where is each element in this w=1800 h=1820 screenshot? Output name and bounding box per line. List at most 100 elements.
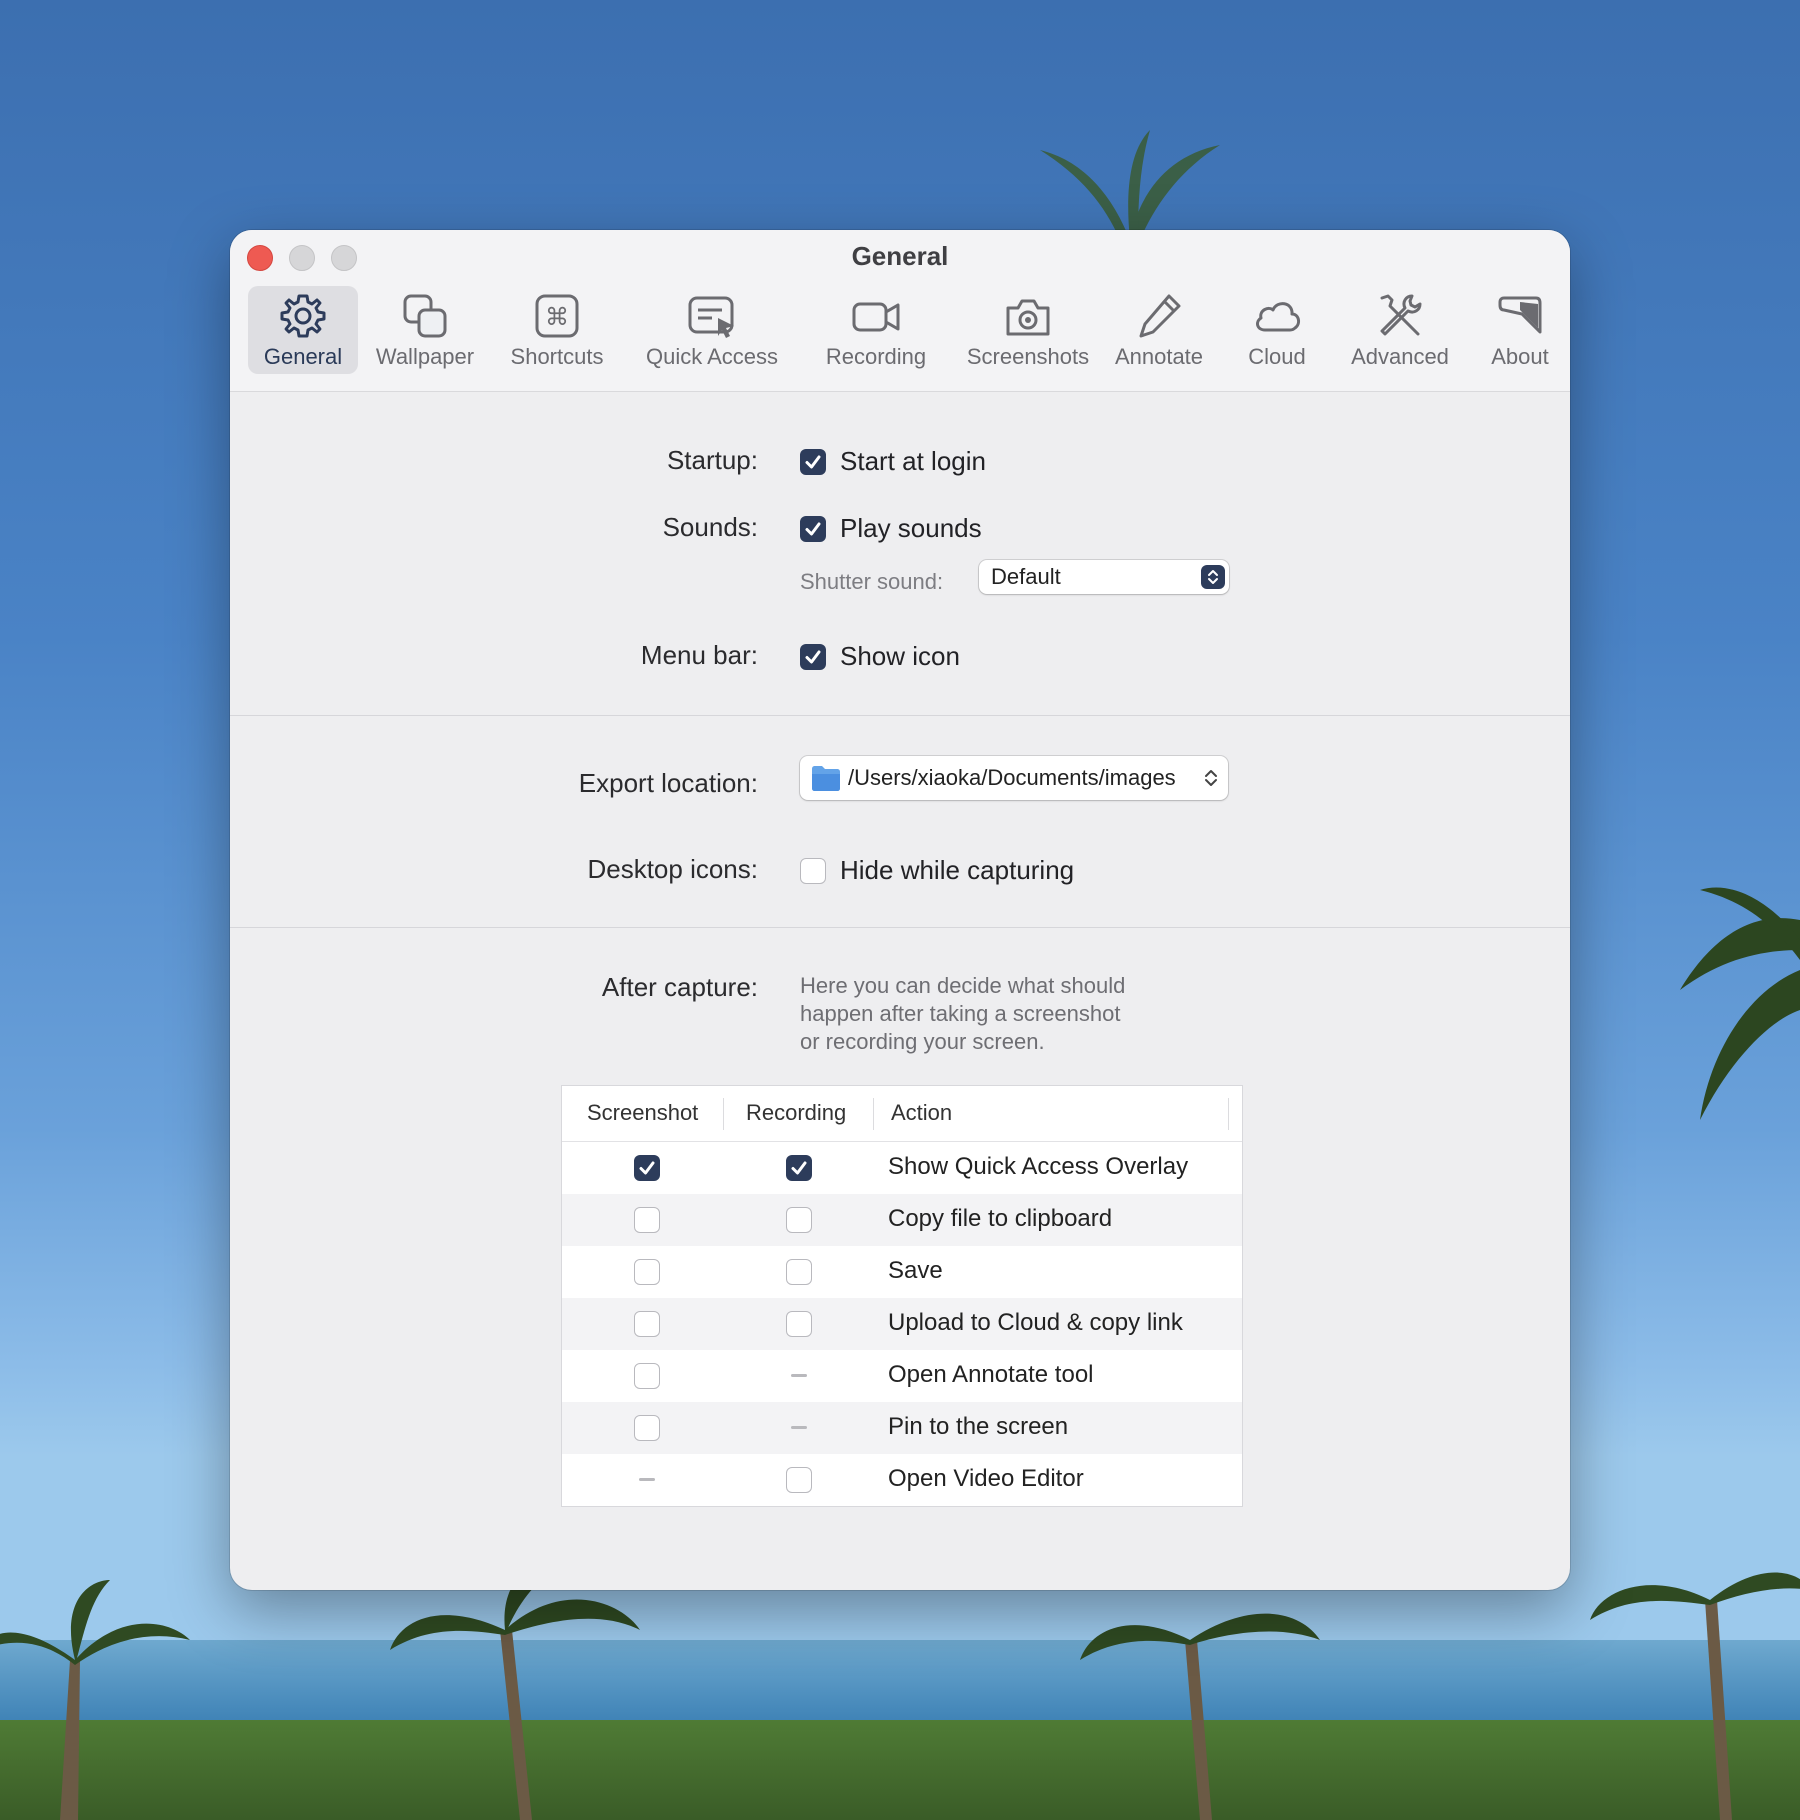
play-sounds-checkbox[interactable]: Play sounds xyxy=(800,513,982,544)
tab-label: General xyxy=(263,344,343,369)
description-line: happen after taking a screenshot xyxy=(800,1001,1121,1026)
action-label: Show Quick Access Overlay xyxy=(888,1153,1189,1180)
table-row: Save xyxy=(562,1246,1242,1298)
palm-frond-decoration xyxy=(1680,887,1800,1120)
export-section: Export location: /Users/xiaoka/Documents… xyxy=(230,716,1570,928)
window-title: General xyxy=(851,241,949,271)
screenshot-cell xyxy=(634,1363,660,1394)
tab-quick-access[interactable]: Quick Access xyxy=(632,286,792,374)
screenshot-cell xyxy=(634,1311,660,1342)
tab-screenshots[interactable]: Screenshots xyxy=(958,286,1098,374)
checkmark-icon xyxy=(805,455,821,468)
folder-icon xyxy=(812,766,840,791)
sounds-label: Sounds: xyxy=(662,512,758,542)
recording-cell xyxy=(786,1467,812,1498)
checkmark-icon xyxy=(805,522,821,535)
recording-not-applicable xyxy=(791,1374,807,1377)
general-options-section: Startup: Start at login Sounds: Play sou… xyxy=(230,392,1570,716)
chevron-updown-icon xyxy=(1205,770,1217,786)
tools-icon xyxy=(1380,294,1422,336)
desktop-icons-label: Desktop icons: xyxy=(587,854,758,884)
tab-shortcuts[interactable]: ⌘ Shortcuts xyxy=(502,286,612,374)
table-row: Upload to Cloud & copy link xyxy=(562,1298,1242,1350)
tab-recording[interactable]: Recording xyxy=(816,286,936,374)
start-at-login-checkbox[interactable]: Start at login xyxy=(800,446,986,477)
tab-label: Annotate xyxy=(1114,344,1204,369)
action-label: Save xyxy=(888,1257,943,1284)
table-row: Copy file to clipboard xyxy=(562,1194,1242,1246)
column-header-action[interactable]: Action xyxy=(891,1100,952,1126)
about-icon xyxy=(1498,296,1542,334)
screenshot-checkbox-checked[interactable] xyxy=(634,1155,660,1181)
column-header-screenshot[interactable]: Screenshot xyxy=(587,1100,698,1126)
checkmark-icon xyxy=(805,650,821,663)
tab-label: Screenshots xyxy=(966,344,1090,369)
recording-checkbox-checked[interactable] xyxy=(786,1155,812,1181)
play-sounds-label: Play sounds xyxy=(840,513,982,543)
hide-while-capturing-checkbox[interactable]: Hide while capturing xyxy=(800,855,1074,886)
quick-access-icon xyxy=(688,296,734,338)
screenshot-checkbox-unchecked[interactable] xyxy=(634,1311,660,1337)
table-header: Screenshot Recording Action xyxy=(562,1086,1242,1142)
shutter-sound-select[interactable]: Default xyxy=(979,560,1229,594)
recording-cell xyxy=(786,1155,812,1183)
pen-icon xyxy=(1139,294,1181,338)
screenshot-cell xyxy=(634,1155,660,1183)
startup-label: Startup: xyxy=(666,445,758,475)
menubar-label: Menu bar: xyxy=(640,640,758,670)
column-separator xyxy=(873,1098,874,1130)
tab-label: Shortcuts xyxy=(510,344,604,369)
svg-text:⌘: ⌘ xyxy=(545,303,569,331)
tab-label: About xyxy=(1491,344,1549,369)
screenshot-checkbox-unchecked[interactable] xyxy=(634,1259,660,1285)
tab-label: Recording xyxy=(825,344,927,369)
recording-cell xyxy=(786,1259,812,1290)
shutter-sound-value: Default xyxy=(991,564,1061,589)
palm-top-decoration xyxy=(1040,130,1220,240)
recording-checkbox-unchecked[interactable] xyxy=(786,1311,812,1337)
checkbox-checked[interactable] xyxy=(800,643,826,670)
wallpaper-icon xyxy=(403,294,447,338)
export-location-select[interactable]: /Users/xiaoka/Documents/images xyxy=(800,756,1228,800)
tab-wallpaper[interactable]: Wallpaper xyxy=(370,286,480,374)
after-capture-section: After capture: Here you can decide what … xyxy=(230,928,1570,1588)
gear-icon xyxy=(280,294,326,338)
recording-cell xyxy=(786,1207,812,1238)
column-header-recording[interactable]: Recording xyxy=(746,1100,846,1126)
table-row: Open Annotate tool xyxy=(562,1350,1242,1402)
video-camera-icon xyxy=(852,302,900,332)
recording-checkbox-unchecked[interactable] xyxy=(786,1467,812,1493)
screenshot-cell xyxy=(634,1207,660,1238)
recording-cell xyxy=(786,1311,812,1342)
after-capture-table: Screenshot Recording Action Show Quick A… xyxy=(561,1085,1243,1507)
start-at-login-label: Start at login xyxy=(840,446,986,476)
tab-cloud[interactable]: Cloud xyxy=(1227,286,1327,374)
column-separator xyxy=(1228,1098,1229,1130)
recording-checkbox-unchecked[interactable] xyxy=(786,1259,812,1285)
checkbox-unchecked[interactable] xyxy=(800,857,826,884)
tab-advanced[interactable]: Advanced xyxy=(1340,286,1460,374)
checkbox-checked[interactable] xyxy=(800,515,826,542)
action-label: Open Video Editor xyxy=(888,1465,1084,1492)
settings-window: General General Wallpaper ⌘ Shortcuts Qu… xyxy=(230,230,1570,1590)
show-icon-label: Show icon xyxy=(840,641,960,671)
screenshot-checkbox-unchecked[interactable] xyxy=(634,1207,660,1233)
screenshot-checkbox-unchecked[interactable] xyxy=(634,1415,660,1441)
camera-icon xyxy=(1006,299,1050,336)
recording-checkbox-unchecked[interactable] xyxy=(786,1207,812,1233)
action-label: Copy file to clipboard xyxy=(888,1205,1113,1232)
tab-about[interactable]: About xyxy=(1470,286,1570,374)
recording-cell xyxy=(786,1363,807,1377)
table-body: Show Quick Access Overlay Copy file to cl… xyxy=(562,1142,1242,1506)
show-icon-checkbox[interactable]: Show icon xyxy=(800,641,960,672)
screenshot-not-applicable xyxy=(639,1478,655,1481)
checkbox-checked[interactable] xyxy=(800,448,826,475)
tab-label: Quick Access xyxy=(645,344,779,369)
screenshot-checkbox-unchecked[interactable] xyxy=(634,1363,660,1389)
select-stepper-icon xyxy=(1201,565,1225,589)
action-label: Pin to the screen xyxy=(888,1413,1069,1440)
tab-annotate[interactable]: Annotate xyxy=(1104,286,1214,374)
tab-general[interactable]: General xyxy=(248,286,358,374)
recording-not-applicable xyxy=(791,1426,807,1429)
shutter-sound-label: Shutter sound: xyxy=(800,569,944,594)
